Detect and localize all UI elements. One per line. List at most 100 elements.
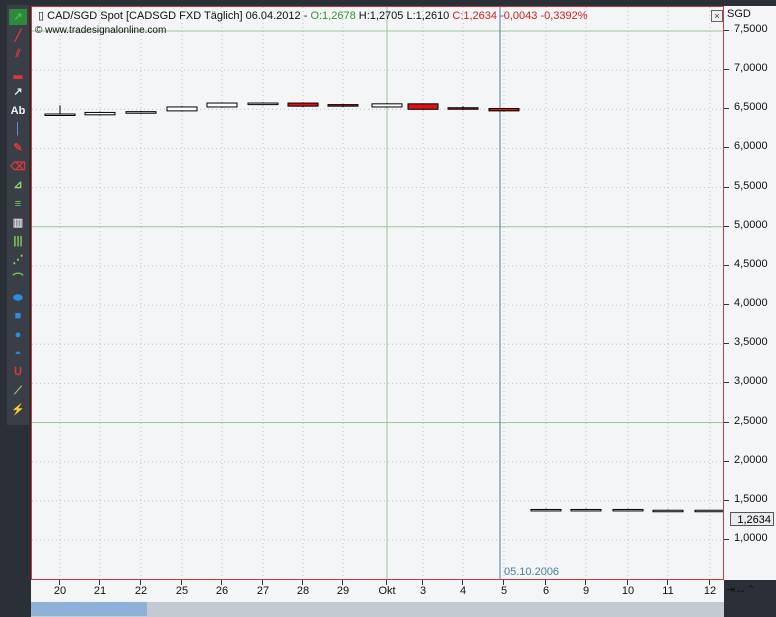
x-tick-label: 26	[215, 585, 229, 597]
y-tick-label: 6,0000	[734, 140, 768, 153]
y-tick-label: 6,5000	[734, 101, 768, 114]
close-chart-button[interactable]: ×	[711, 10, 723, 22]
chart-plot-area[interactable]: ▯ CAD/SGD Spot [CADSGD FXD Täglich] 06.0…	[31, 6, 724, 580]
gann-icon[interactable]: ⊿	[9, 177, 27, 193]
y-tick	[724, 304, 729, 306]
y-tick	[724, 343, 729, 345]
high-value: H:1,2705	[358, 10, 404, 22]
candle-body	[206, 102, 238, 108]
y-tick-label: 2,5000	[734, 414, 768, 427]
currency-label: SGD	[727, 8, 751, 20]
x-tick-label: Okt	[378, 585, 396, 597]
y-tick	[724, 264, 729, 266]
candle-body	[371, 103, 403, 108]
y-tick	[724, 69, 729, 71]
y-tick-label: 4,5000	[734, 257, 768, 270]
rectangle-icon[interactable]: ■	[9, 308, 27, 324]
semicircle-icon[interactable]: ◓	[9, 346, 27, 362]
candle-body	[327, 104, 359, 107]
time-icon[interactable]: ▥	[9, 215, 27, 231]
line-icon[interactable]: ╱	[9, 28, 27, 44]
x-tick-label: 12	[703, 585, 717, 597]
y-tick-label: 1,0000	[734, 532, 768, 544]
vertical-line-date-label: 05.10.2006	[504, 566, 560, 578]
fan-icon[interactable]: ⋰	[9, 252, 27, 268]
x-tick-label: 3	[419, 585, 427, 597]
fibonacci-icon[interactable]: ≡	[9, 196, 27, 212]
candle-body	[612, 508, 644, 512]
circle-icon[interactable]: ●	[9, 327, 27, 343]
y-tick-label: 7,0000	[734, 62, 768, 75]
y-tick-label: 3,0000	[734, 375, 768, 388]
delete-icon[interactable]: ⚡	[9, 402, 27, 418]
parallel-lines-icon[interactable]: ⫽	[9, 46, 27, 62]
candle-body	[570, 508, 602, 512]
candle-body	[694, 509, 723, 513]
candle-body	[530, 508, 562, 512]
drawing-toolbar: ↗ ╱ ⫽ ▂ ↗ Ab │ ✎ ⌫ ⊿ ≡ ▥ ||| ⋰ ⌒ ⬬ ■ ● ◓ Ս ⟋ ⚡	[7, 5, 29, 425]
x-tick-label: 21	[93, 585, 107, 597]
close-change-value: C:1,2634 -0,0043 -0,3392%	[452, 10, 588, 22]
arrow-icon[interactable]: ↗	[9, 84, 27, 100]
x-tick-label: 28	[296, 585, 310, 597]
vertical-line-icon[interactable]: │	[9, 121, 27, 137]
snap-icon[interactable]: ⟋	[9, 383, 27, 399]
chart-scrollbar-thumb[interactable]	[31, 602, 147, 616]
cursor-arrow-icon[interactable]: ↗	[9, 9, 27, 25]
x-tick-label: 29	[336, 585, 350, 597]
candle-body	[447, 107, 479, 110]
y-tick-label: 7,5000	[734, 23, 768, 35]
y-tick	[724, 30, 729, 31]
y-tick	[724, 421, 729, 423]
horizontal-line-icon[interactable]: ▂	[9, 65, 27, 81]
x-tick-label: 25	[175, 585, 189, 597]
magnet-icon[interactable]: Ս	[9, 364, 27, 380]
candle-body	[84, 111, 116, 116]
y-tick-label: 3,5000	[734, 336, 768, 349]
x-tick-label: 4	[459, 585, 467, 597]
y-tick	[724, 186, 729, 188]
candle-body	[488, 108, 520, 112]
chart-svg	[32, 7, 723, 579]
x-tick-label: 20	[53, 585, 67, 597]
instrument-label: CAD/SGD Spot [CADSGD FXD Täglich] 06.04.…	[47, 10, 308, 22]
y-tick-label: 5,0000	[734, 218, 768, 231]
x-tick-label: 9	[582, 585, 590, 597]
candle-body	[407, 103, 439, 110]
navigation-buttons[interactable]: ⇥↔⌃	[726, 583, 755, 596]
open-value: O:1,2678	[310, 10, 356, 22]
y-tick-label: 1,5000	[734, 492, 768, 505]
candle-body	[247, 102, 279, 106]
y-tick	[724, 499, 729, 501]
text-icon[interactable]: Ab	[9, 103, 27, 119]
y-tick	[724, 108, 729, 110]
candle-body	[44, 113, 76, 117]
x-tick-label: 5	[500, 585, 508, 597]
pen-icon[interactable]: ✎	[9, 140, 27, 156]
instrument-icon: ▯	[38, 10, 45, 22]
y-tick	[724, 539, 729, 540]
y-tick-label: 2,0000	[734, 453, 768, 466]
candle-body	[287, 102, 319, 107]
arc-icon[interactable]: ⌒	[9, 271, 27, 287]
x-tick-label: 10	[621, 585, 635, 597]
y-tick	[724, 460, 729, 462]
y-tick	[724, 225, 729, 227]
y-tick-label: 5,5000	[734, 179, 768, 192]
website-watermark: © www.tradesignalonline.com	[35, 25, 166, 36]
last-price-marker: 1,2634	[730, 512, 774, 526]
time-zones-icon[interactable]: |||	[9, 233, 27, 249]
candle-body	[166, 106, 198, 112]
candle-body	[652, 509, 684, 513]
copyright-icon: ©	[35, 25, 43, 36]
y-tick	[724, 147, 729, 149]
x-tick-label: 27	[256, 585, 270, 597]
low-value: L:1,2610	[406, 10, 450, 22]
ellipse-icon[interactable]: ⬬	[9, 290, 27, 306]
y-tick-label: 4,0000	[734, 297, 768, 310]
x-tick-label: 22	[134, 585, 148, 597]
website-label: www.tradesignalonline.com	[45, 25, 167, 36]
eraser-icon[interactable]: ⌫	[9, 159, 27, 175]
chart-title: ▯ CAD/SGD Spot [CADSGD FXD Täglich] 06.0…	[38, 9, 588, 22]
x-tick-label: 6	[542, 585, 550, 597]
